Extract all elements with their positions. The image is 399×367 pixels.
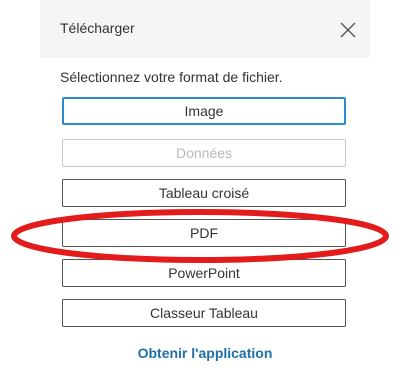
crosstab-button[interactable]: Tableau croisé [62, 179, 346, 207]
dialog-title: Télécharger [60, 20, 135, 36]
pdf-button[interactable]: PDF [62, 219, 346, 247]
close-icon [340, 22, 356, 38]
data-button: Données [62, 139, 346, 167]
stage: Télécharger Sélectionnez votre format de… [0, 0, 399, 367]
close-button[interactable] [338, 20, 358, 40]
powerpoint-button[interactable]: PowerPoint [62, 259, 346, 287]
dialog-header: Télécharger [40, 0, 370, 58]
format-prompt: Sélectionnez votre format de fichier. [60, 69, 283, 85]
workbook-button[interactable]: Classeur Tableau [62, 299, 346, 327]
image-button[interactable]: Image [62, 97, 346, 125]
get-app-link[interactable]: Obtenir l'application [40, 345, 370, 361]
download-dialog: Télécharger Sélectionnez votre format de… [40, 0, 370, 367]
